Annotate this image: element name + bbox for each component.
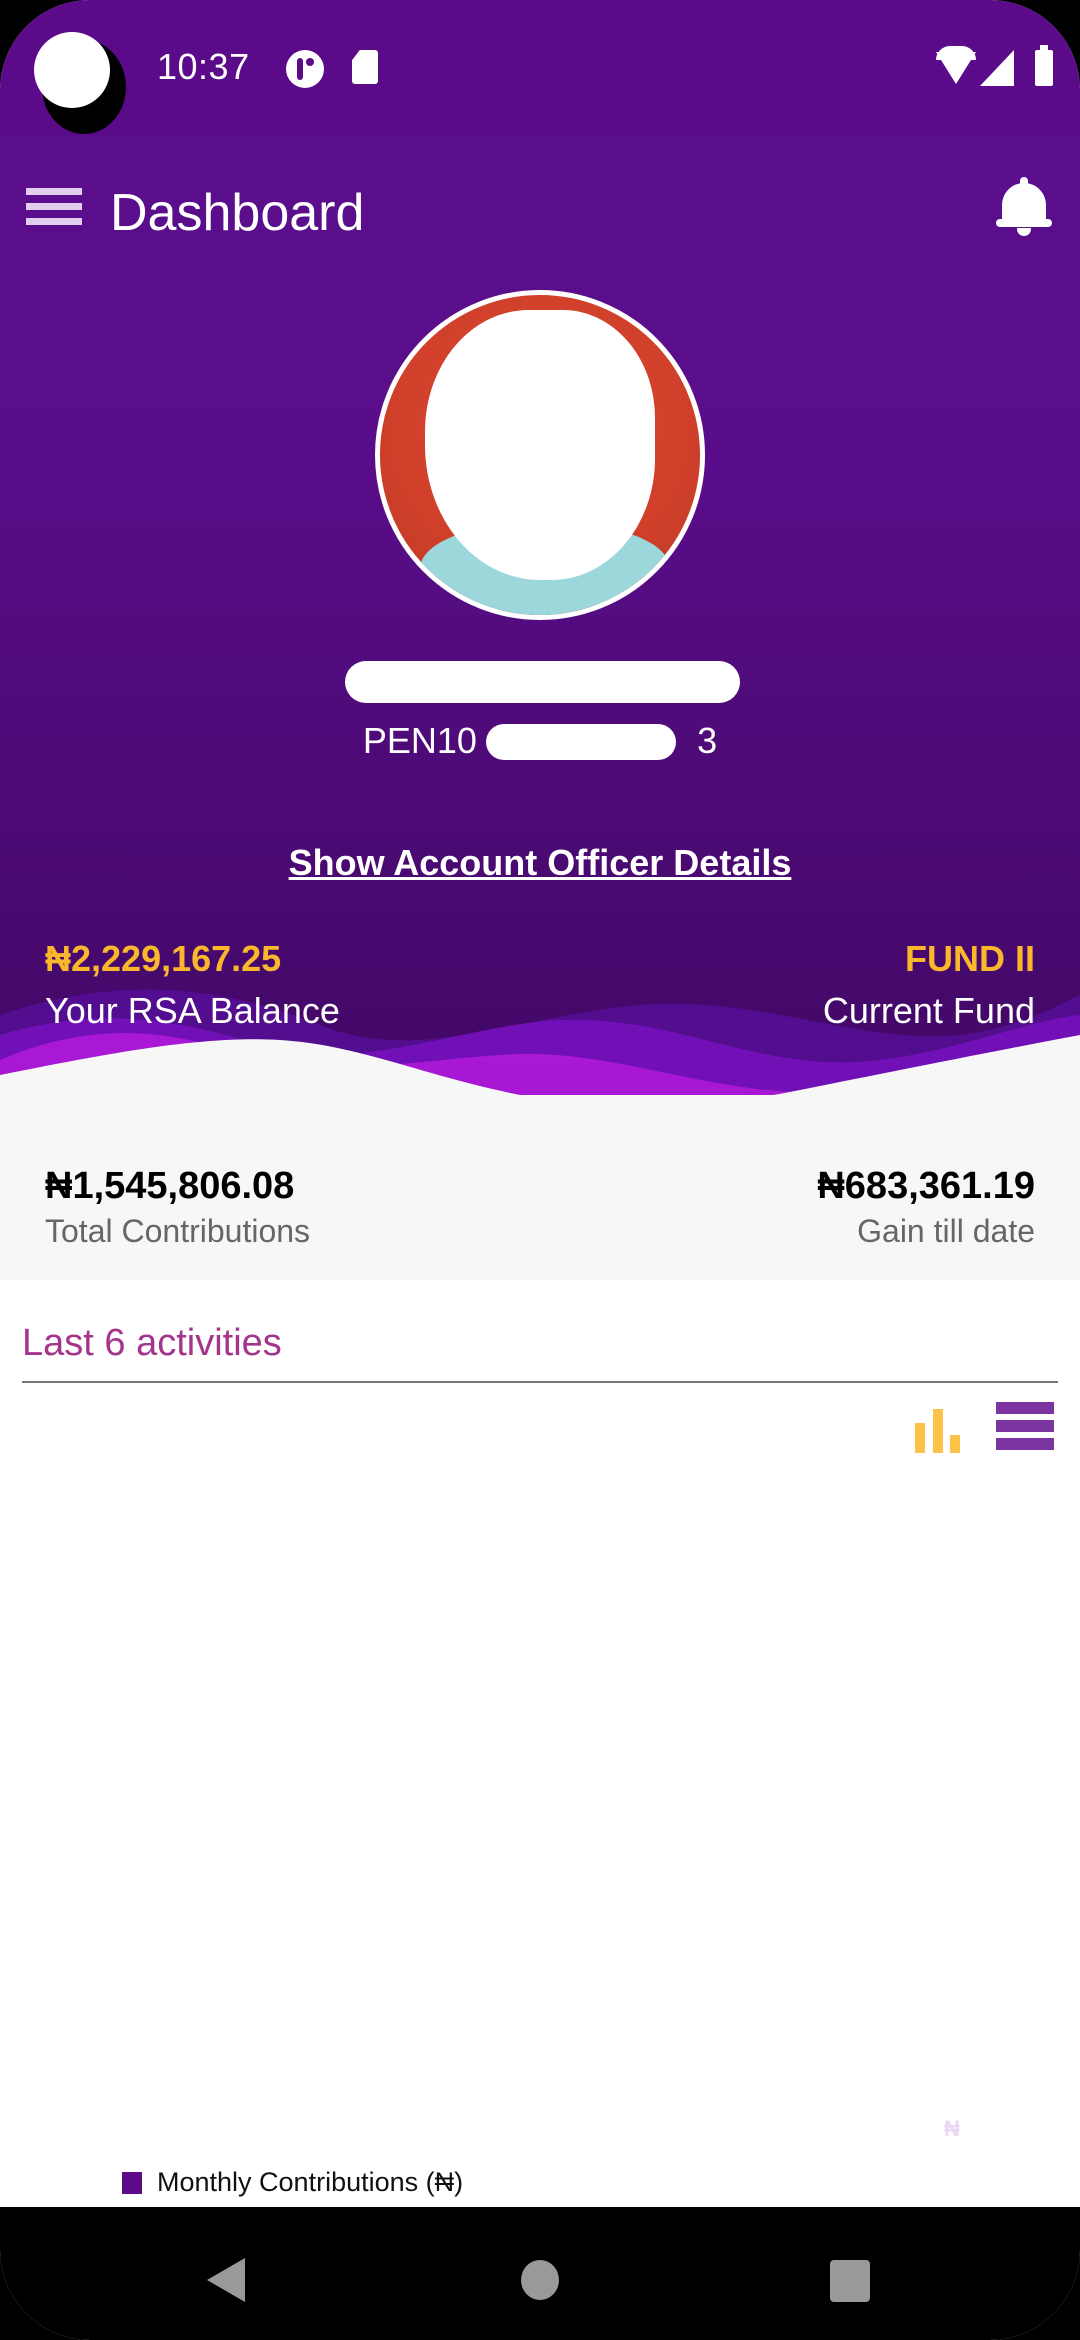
legend-label: Monthly Contributions (₦) [157, 2167, 463, 2197]
cell-signal-icon [980, 50, 1014, 86]
list-icon[interactable] [996, 1400, 1054, 1452]
total-contributions-amount: ₦1,545,806.08 [45, 1165, 295, 1207]
hamburger-menu-icon[interactable] [26, 185, 82, 229]
gain-till-date-label: Gain till date [857, 1213, 1035, 1249]
status-time: 10:37 [157, 46, 250, 87]
system-nav-bar [0, 2207, 1080, 2340]
current-fund-label: Current Fund [822, 990, 1035, 1031]
camera-cutout [34, 32, 126, 134]
wifi-icon [936, 46, 976, 84]
app-screen: 10:37 Dashboard PEN10 3 Show Account Off… [0, 0, 1080, 2340]
pen-id-redaction [486, 724, 676, 760]
back-icon[interactable] [207, 2258, 245, 2302]
recents-icon[interactable] [830, 2260, 870, 2302]
home-icon[interactable] [521, 2260, 559, 2300]
toolbar: Dashboard [0, 135, 1080, 290]
dashboard-header: Dashboard PEN10 3 Show Account Officer D… [0, 135, 1080, 1135]
currency-annotation: ₦ [944, 2116, 960, 2141]
rsa-balance-label: Your RSA Balance [45, 990, 340, 1031]
bar-chart-icon[interactable] [915, 1405, 963, 1453]
status-bar: 10:37 [0, 0, 1080, 135]
current-fund-value: FUND II [905, 938, 1035, 979]
battery-icon [1035, 45, 1053, 86]
gain-till-date-amount: ₦683,361.19 [817, 1165, 1035, 1207]
avatar[interactable] [375, 290, 705, 620]
total-contributions-label: Total Contributions [45, 1213, 311, 1249]
bell-icon[interactable] [996, 175, 1052, 237]
page-title: Dashboard [110, 184, 365, 242]
sd-card-icon [352, 50, 378, 84]
legend-swatch [122, 2172, 142, 2194]
contributions-chart: 24,40024,40024,60024,60024,80024,80025,0… [122, 2116, 960, 2197]
show-account-officer-link[interactable]: Show Account Officer Details [0, 842, 1080, 884]
user-name-redacted [345, 661, 740, 703]
rsa-balance-amount: ₦2,229,167.25 [45, 938, 282, 979]
activities-title: Last 6 activities [22, 1322, 282, 1364]
data-saver-icon [286, 50, 324, 88]
contribution-summary: ₦1,545,806.08 Total Contributions ₦683,3… [0, 1095, 1080, 1280]
divider [22, 1381, 1058, 1383]
